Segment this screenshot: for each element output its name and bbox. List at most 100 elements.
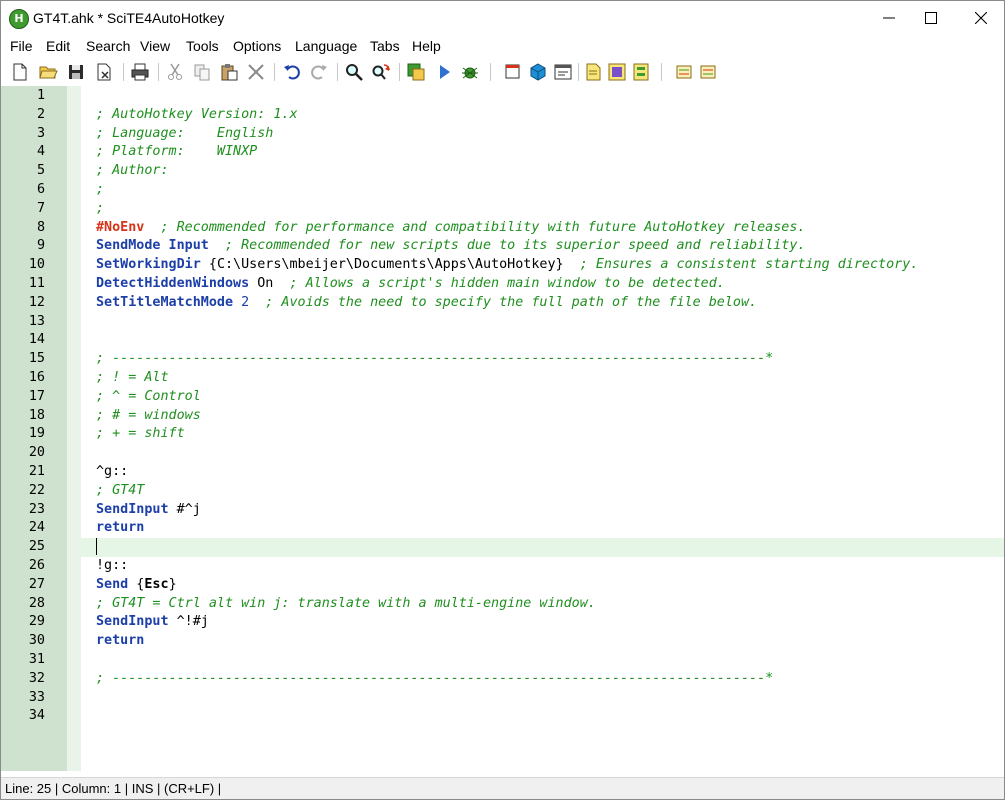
run-button[interactable] bbox=[434, 62, 454, 82]
line-code[interactable]: ; ! = Alt bbox=[96, 369, 169, 388]
line-code[interactable]: ; GT4T = Ctrl alt win j: translate with … bbox=[96, 595, 596, 614]
code-line[interactable]: 1 bbox=[1, 87, 1004, 106]
code-line[interactable]: 20 bbox=[1, 444, 1004, 463]
debug-button[interactable] bbox=[460, 62, 480, 82]
code-line[interactable]: 4 ; Platform: WINXP bbox=[1, 143, 1004, 162]
menu-search[interactable]: Search bbox=[86, 38, 130, 54]
line-code[interactable]: DetectHiddenWindows On ; Allows a script… bbox=[96, 275, 725, 294]
line-code[interactable]: SendInput ^!#j bbox=[96, 613, 209, 632]
line-code[interactable]: SendInput #^j bbox=[96, 501, 201, 520]
code-line[interactable]: 33 bbox=[1, 689, 1004, 708]
code-line[interactable]: 28 ; GT4T = Ctrl alt win j: translate wit… bbox=[1, 595, 1004, 614]
menu-options[interactable]: Options bbox=[233, 38, 281, 54]
line-code[interactable]: ; GT4T bbox=[96, 482, 144, 501]
autohotkey-app-icon[interactable]: H bbox=[9, 9, 29, 29]
line-code[interactable]: return bbox=[96, 632, 144, 651]
code-line[interactable]: 27 Send {Esc} bbox=[1, 576, 1004, 595]
line-code[interactable]: ; --------------------------------------… bbox=[96, 670, 773, 689]
cut-button[interactable] bbox=[165, 62, 185, 82]
code-line[interactable]: 7; bbox=[1, 200, 1004, 219]
undo-button[interactable] bbox=[282, 62, 302, 82]
code-line[interactable]: 29 SendInput ^!#j bbox=[1, 613, 1004, 632]
code-line[interactable]: 6; bbox=[1, 181, 1004, 200]
line-code[interactable]: ; Author: bbox=[96, 162, 169, 181]
menu-tabs[interactable]: Tabs bbox=[370, 38, 400, 54]
find-button[interactable] bbox=[344, 62, 364, 82]
close-window-button[interactable] bbox=[958, 1, 1004, 35]
code-line[interactable]: 22 ; GT4T bbox=[1, 482, 1004, 501]
line-code[interactable]: ; bbox=[96, 181, 104, 200]
code-line[interactable]: 19 ; + = shift bbox=[1, 425, 1004, 444]
line-code[interactable]: ; + = shift bbox=[96, 425, 185, 444]
window-spy-button[interactable] bbox=[553, 62, 573, 82]
line-code[interactable]: Send {Esc} bbox=[96, 576, 177, 595]
code-line[interactable]: 25 bbox=[1, 538, 1004, 557]
print-button[interactable] bbox=[130, 62, 150, 82]
code-line[interactable]: 15 ; ------------------------------------… bbox=[1, 350, 1004, 369]
minimize-button[interactable] bbox=[866, 1, 912, 35]
code-line[interactable]: 32 ; ------------------------------------… bbox=[1, 670, 1004, 689]
code-line[interactable]: 14 bbox=[1, 331, 1004, 350]
code-line[interactable]: 3 ; Language: English bbox=[1, 125, 1004, 144]
replace-button[interactable] bbox=[371, 62, 391, 82]
maximize-button[interactable] bbox=[908, 1, 954, 35]
copy-button[interactable] bbox=[192, 62, 212, 82]
line-code[interactable]: ; Language: English bbox=[96, 125, 273, 144]
tool-window-button[interactable] bbox=[503, 62, 523, 82]
paste-button[interactable] bbox=[219, 62, 239, 82]
code-line[interactable]: 23 SendInput #^j bbox=[1, 501, 1004, 520]
close-file-button[interactable] bbox=[94, 62, 114, 82]
code-line[interactable]: 24 return bbox=[1, 519, 1004, 538]
code-line[interactable]: 34 bbox=[1, 707, 1004, 726]
line-code[interactable]: SetWorkingDir {C:\Users\mbeijer\Document… bbox=[96, 256, 918, 275]
line-code[interactable]: ^g:: bbox=[96, 463, 128, 482]
line-code[interactable]: SetTitleMatchMode 2 ; Avoids the need to… bbox=[96, 294, 757, 313]
code-line[interactable]: 5 ; Author: bbox=[1, 162, 1004, 181]
code-line[interactable]: 8 #NoEnv ; Recommended for performance an… bbox=[1, 219, 1004, 238]
line-code[interactable]: ; # = windows bbox=[96, 407, 201, 426]
open-file-button[interactable] bbox=[38, 62, 58, 82]
code-line[interactable]: 17 ; ^ = Control bbox=[1, 388, 1004, 407]
line-code[interactable]: ; bbox=[96, 200, 104, 219]
line-code[interactable]: !g:: bbox=[96, 557, 128, 576]
code-line[interactable]: 16 ; ! = Alt bbox=[1, 369, 1004, 388]
menu-view[interactable]: View bbox=[140, 38, 170, 54]
title-bar[interactable]: H GT4T.ahk * SciTE4AutoHotkey bbox=[1, 1, 1004, 35]
cube-button[interactable] bbox=[528, 62, 548, 82]
line-code[interactable]: SendMode Input ; Recommended for new scr… bbox=[96, 237, 805, 256]
menu-edit[interactable]: Edit bbox=[46, 38, 70, 54]
code-line[interactable]: 26 !g:: bbox=[1, 557, 1004, 576]
code-line[interactable]: 13 bbox=[1, 313, 1004, 332]
code-line[interactable]: 9 SendMode Input ; Recommended for new sc… bbox=[1, 237, 1004, 256]
delete-button[interactable] bbox=[246, 62, 266, 82]
code-line[interactable]: 12 SetTitleMatchMode 2 ; Avoids the need … bbox=[1, 294, 1004, 313]
compile-button[interactable] bbox=[406, 62, 426, 82]
code-line[interactable]: 10 SetWorkingDir {C:\Users\mbeijer\Docume… bbox=[1, 256, 1004, 275]
help-button[interactable] bbox=[607, 62, 627, 82]
redo-button[interactable] bbox=[309, 62, 329, 82]
notes-button[interactable] bbox=[584, 62, 604, 82]
code-lines[interactable]: 1 2; AutoHotkey Version: 1.x 3; Language: … bbox=[1, 87, 1004, 726]
line-code[interactable] bbox=[96, 538, 97, 557]
menu-help[interactable]: Help bbox=[412, 38, 441, 54]
user-button[interactable] bbox=[698, 62, 718, 82]
line-code[interactable]: ; --------------------------------------… bbox=[96, 350, 773, 369]
line-code[interactable]: ; Platform: WINXP bbox=[96, 143, 257, 162]
code-line[interactable]: 30 return bbox=[1, 632, 1004, 651]
line-code[interactable]: ; ^ = Control bbox=[96, 388, 201, 407]
menu-file[interactable]: File bbox=[10, 38, 33, 54]
code-line[interactable]: 21 ^g:: bbox=[1, 463, 1004, 482]
line-code[interactable]: return bbox=[96, 519, 144, 538]
code-line[interactable]: 2 ; AutoHotkey Version: 1.x bbox=[1, 106, 1004, 125]
save-button[interactable] bbox=[66, 62, 86, 82]
new-file-button[interactable] bbox=[10, 62, 30, 82]
code-line[interactable]: 31 bbox=[1, 651, 1004, 670]
line-code[interactable]: ; AutoHotkey Version: 1.x bbox=[96, 106, 298, 125]
code-line[interactable]: 18 ; # = windows bbox=[1, 407, 1004, 426]
abbrev-button[interactable] bbox=[674, 62, 694, 82]
code-line[interactable]: 11 DetectHiddenWindows On ; Allows a scri… bbox=[1, 275, 1004, 294]
menu-language[interactable]: Language bbox=[295, 38, 357, 54]
code-editor[interactable]: 1 2; AutoHotkey Version: 1.x 3; Language: … bbox=[1, 86, 1004, 771]
info-button[interactable] bbox=[631, 62, 651, 82]
line-code[interactable]: #NoEnv ; Recommended for performance and… bbox=[96, 219, 805, 238]
